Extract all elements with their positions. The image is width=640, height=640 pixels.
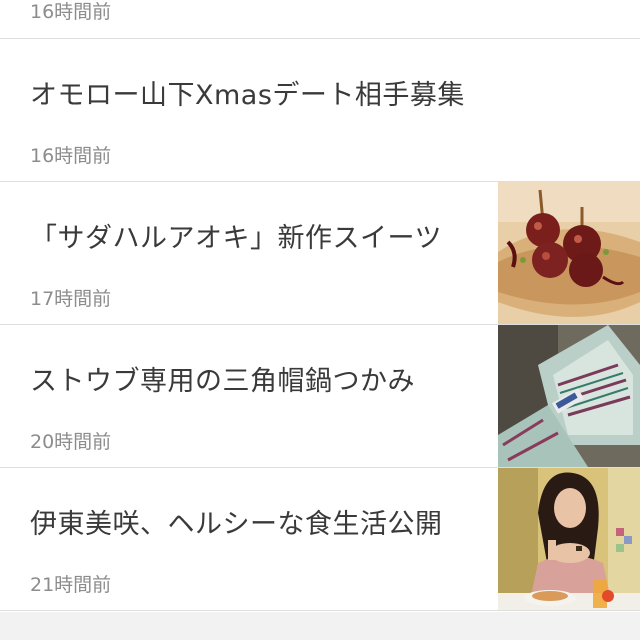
item-title[interactable]: ストウブ専用の三角帽鍋つかみ bbox=[30, 359, 415, 398]
sweets-thumbnail[interactable] bbox=[498, 182, 640, 324]
divider bbox=[0, 610, 640, 611]
item-time: 21時間前 bbox=[30, 574, 112, 596]
pot-holder-thumbnail[interactable] bbox=[498, 325, 640, 467]
list-item[interactable]: 伊東美咲、ヘルシーな食生活公開 21時間前 bbox=[0, 468, 640, 610]
item-time: 16時間前 bbox=[30, 145, 112, 167]
item-title[interactable]: 伊東美咲、ヘルシーな食生活公開 bbox=[30, 502, 443, 541]
bottom-background bbox=[0, 612, 640, 640]
woman-photo-image bbox=[498, 468, 640, 610]
item-time: 17時間前 bbox=[30, 288, 112, 310]
sweets-image bbox=[498, 182, 640, 324]
list-item[interactable]: 「サダハルアオキ」新作スイーツ 17時間前 bbox=[0, 182, 640, 324]
list-item[interactable]: オモロー山下Xmasデート相手募集 16時間前 bbox=[0, 39, 640, 181]
item-title[interactable]: オモロー山下Xmasデート相手募集 bbox=[30, 73, 465, 112]
item-time: 20時間前 bbox=[30, 431, 112, 453]
woman-photo-thumbnail[interactable] bbox=[498, 468, 640, 610]
pot-holder-image bbox=[498, 325, 640, 467]
news-list: オモロー山下Xmasデート相手募集 16時間前 「サダハルアオキ」新作スイーツ … bbox=[0, 38, 640, 611]
item-title[interactable]: 「サダハルアオキ」新作スイーツ bbox=[30, 216, 442, 255]
top-item-time: 16時間前 bbox=[30, 1, 112, 23]
list-item[interactable]: ストウブ専用の三角帽鍋つかみ 20時間前 bbox=[0, 325, 640, 467]
